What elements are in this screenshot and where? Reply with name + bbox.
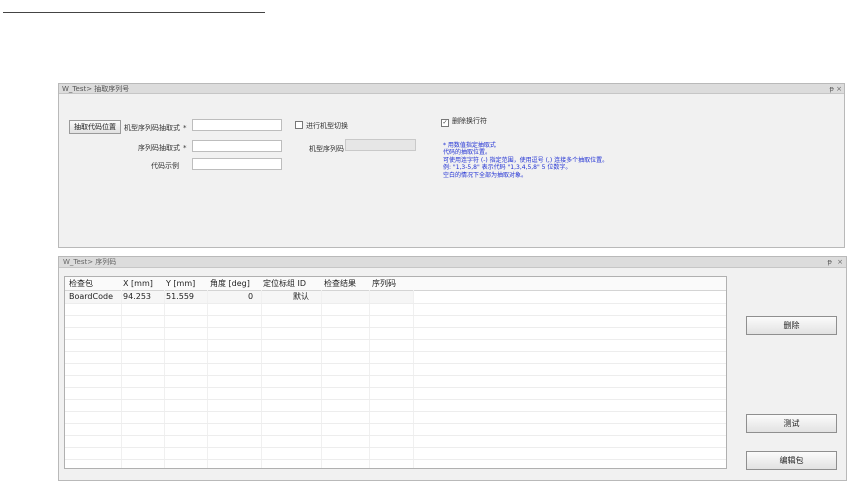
panel2-title: W_Test> 序列码 (63, 258, 117, 266)
cell-y: 51.559 (166, 292, 194, 301)
row-divider (65, 399, 726, 400)
column-divider (369, 290, 370, 468)
serial-code-panel: W_Test> 序列码 ᵽ × 检查包 X [mm] Y [mm] 角度 [de… (58, 256, 847, 481)
panel2-titlebar: W_Test> 序列码 ᵽ × (59, 257, 846, 268)
column-header[interactable]: 检查结果 (324, 277, 356, 290)
column-divider (207, 290, 208, 468)
column-divider (321, 290, 322, 468)
row-divider (65, 447, 726, 448)
extract-code-position-button[interactable]: 抽取代码位置 (69, 120, 121, 134)
close-icon[interactable]: × (836, 84, 842, 94)
column-header[interactable]: 检查包 (69, 277, 93, 290)
serial-label-text: 序列码抽取式 (138, 144, 180, 152)
model-serial-code-input (345, 139, 416, 151)
delete-linebreak-checkbox[interactable]: ✓ 删除换行符 (441, 116, 487, 127)
help-line-4: 例: "1,3-5,8" 表示代码 "1,3,4,5,8" 5 位数字。 (443, 164, 572, 172)
extract-serial-panel: W_Test> 抽取序列号 ᵽ × 抽取代码位置 机型序列码抽取式 * 序列码抽取… (58, 83, 845, 248)
cell-package: BoardCode (69, 292, 113, 301)
model-serial-input[interactable] (192, 119, 282, 131)
row-divider (65, 303, 726, 304)
edit-package-button[interactable]: 编辑包 (746, 451, 837, 470)
help-line-5: 空白的情况下全部为抽取对象。 (443, 171, 528, 179)
row-divider (65, 423, 726, 424)
delete-linebreak-label: 删除换行符 (452, 117, 487, 125)
pin-icon[interactable]: ᵽ (827, 257, 832, 268)
row-divider (65, 375, 726, 376)
column-header[interactable]: 角度 [deg] (210, 277, 250, 290)
serial-label: 序列码抽取式 * (138, 143, 187, 153)
help-text: * 用数值指定抽取式 代码的抽取位置。 可使用连字符 (-) 指定范围，使用逗号… (443, 142, 608, 179)
panel1-title: W_Test> 抽取序列号 (62, 85, 130, 93)
test-button[interactable]: 测试 (746, 414, 837, 433)
column-header[interactable]: 定位标组 ID (263, 277, 306, 290)
column-header[interactable]: Y [mm] (166, 277, 195, 290)
delete-button[interactable]: 删除 (746, 316, 837, 335)
column-divider (413, 290, 414, 468)
code-example-label: 代码示例 (151, 162, 179, 170)
row-divider (65, 435, 726, 436)
column-divider (261, 290, 262, 468)
column-header[interactable]: 序列码 (372, 277, 396, 290)
serial-input[interactable] (192, 140, 282, 152)
row-divider (65, 363, 726, 364)
row-divider (65, 315, 726, 316)
panel1-titlebar: W_Test> 抽取序列号 ᵽ × (59, 84, 844, 94)
code-example-input[interactable] (192, 158, 282, 170)
cell-group: 默认 (293, 292, 309, 301)
model-serial-label: 机型序列码抽取式 * (124, 123, 187, 133)
checkbox-checked-icon[interactable]: ✓ (441, 119, 449, 127)
table-header: 检查包 X [mm] Y [mm] 角度 [deg] 定位标组 ID 检查结果 … (65, 277, 726, 291)
model-serial-code-label: 机型序列码 (309, 145, 344, 153)
row-divider (65, 351, 726, 352)
pin-icon[interactable]: ᵽ (829, 84, 834, 94)
row-divider (65, 459, 726, 460)
model-switch-checkbox[interactable]: 进行机型切换 (295, 121, 348, 131)
model-serial-label-text: 机型序列码抽取式 (124, 124, 180, 132)
column-divider (164, 290, 165, 468)
required-mark: * (183, 144, 187, 152)
model-switch-label: 进行机型切换 (306, 122, 348, 130)
column-divider (121, 290, 122, 468)
help-line-2: 代码的抽取位置。 (443, 149, 492, 157)
cell-x: 94.253 (123, 292, 151, 301)
row-divider (65, 387, 726, 388)
top-divider-line (3, 12, 265, 13)
close-icon[interactable]: × (837, 257, 843, 268)
row-divider (65, 339, 726, 340)
checkbox-unchecked-icon[interactable] (295, 121, 303, 129)
required-mark: * (183, 124, 187, 132)
row-divider (65, 411, 726, 412)
row-divider (65, 327, 726, 328)
cell-angle: 0 (248, 292, 254, 301)
column-header[interactable]: X [mm] (123, 277, 153, 290)
serial-code-table: 检查包 X [mm] Y [mm] 角度 [deg] 定位标组 ID 检查结果 … (64, 276, 727, 469)
